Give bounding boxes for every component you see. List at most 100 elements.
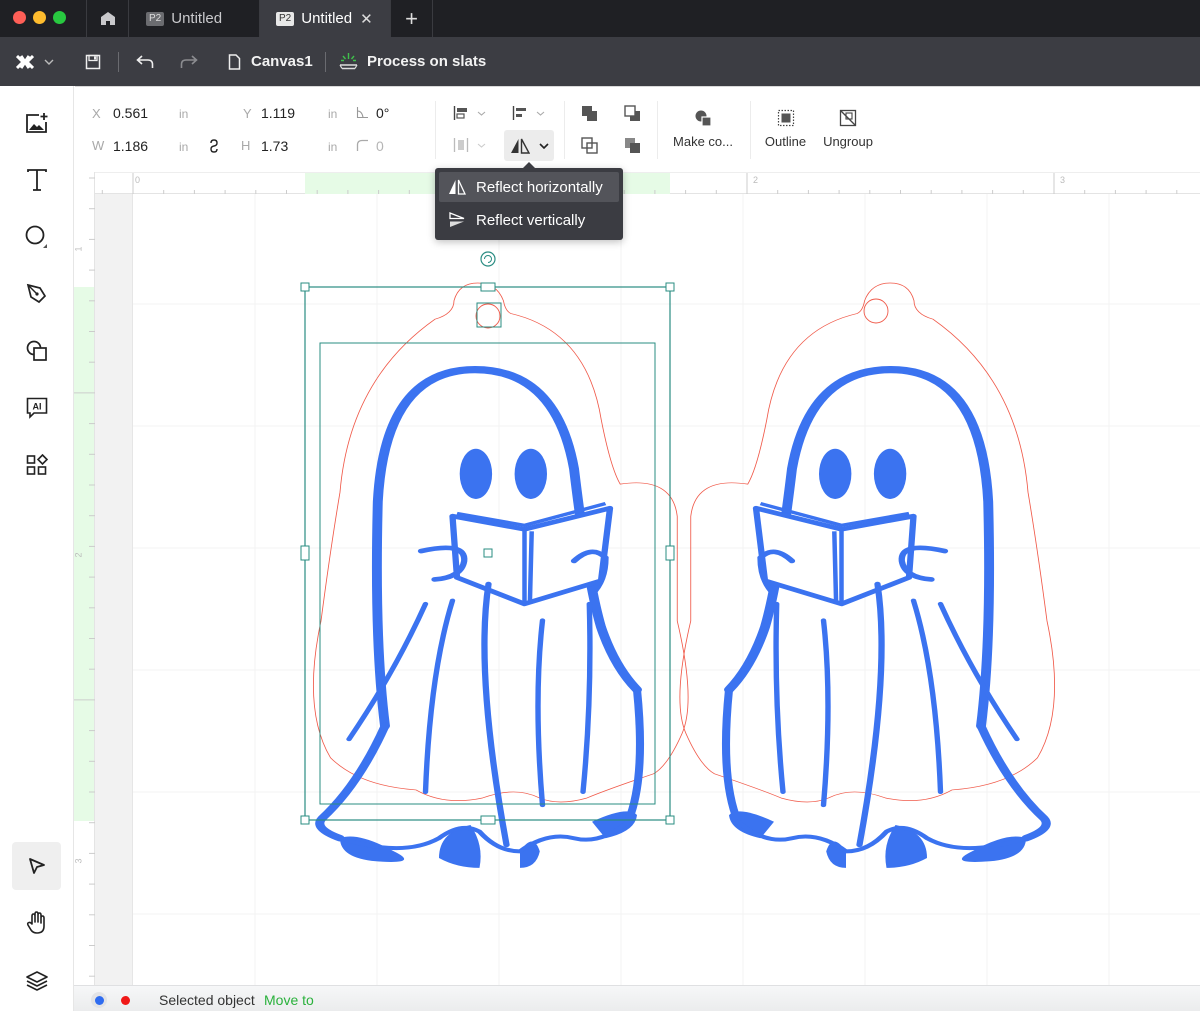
h-label: H <box>241 138 251 153</box>
vertical-ruler: 1 2 3 <box>74 172 95 985</box>
circle-shape-icon <box>25 225 47 248</box>
bring-forward-button[interactable] <box>575 133 603 157</box>
layer-color-red[interactable] <box>121 996 130 1005</box>
ruler-label: 2 <box>73 552 84 558</box>
rotation-input[interactable]: 0° <box>376 105 389 121</box>
chevron-down-icon <box>536 111 544 116</box>
bring-to-front-icon <box>581 105 597 121</box>
send-backward-button[interactable] <box>618 133 646 157</box>
outline-icon <box>777 109 794 127</box>
corner-radius-input[interactable]: 0 <box>376 138 384 154</box>
w-label: W <box>92 138 105 153</box>
tool-ai[interactable]: AI <box>12 384 61 432</box>
close-tab-icon[interactable]: ✕ <box>360 10 373 28</box>
ruler-ticks <box>101 173 1178 195</box>
canvas-name-button[interactable]: Canvas1 <box>228 37 313 86</box>
app-menu-button[interactable] <box>16 37 54 86</box>
chevron-down-icon <box>477 143 485 148</box>
send-to-back-icon <box>623 104 640 121</box>
process-on-slats-button[interactable]: Process on slats <box>339 37 486 86</box>
canvas-name: Canvas1 <box>251 53 313 70</box>
tool-layers[interactable] <box>12 957 61 1005</box>
menu-item-reflect-horizontally[interactable]: Reflect horizontally <box>439 172 619 202</box>
undo-button[interactable] <box>136 37 154 86</box>
new-tab-button[interactable]: + <box>390 0 432 37</box>
tool-combine-shapes[interactable] <box>12 327 61 375</box>
undo-icon <box>136 54 154 68</box>
tab-label: Untitled <box>301 10 353 27</box>
align-vertical-dropdown[interactable] <box>503 101 553 125</box>
ruler-label: 2 <box>753 175 759 185</box>
tool-apps[interactable] <box>12 441 61 489</box>
x-label: X <box>92 106 101 121</box>
reflect-vertical-icon <box>449 212 465 227</box>
status-text: Selected object <box>159 992 255 1008</box>
home-tab[interactable] <box>86 0 128 37</box>
chevron-down-icon <box>538 142 549 149</box>
main-toolbar: Canvas1 Process on slats <box>0 37 1200 86</box>
text-icon <box>26 169 47 191</box>
make-compound-icon <box>695 110 712 127</box>
minimize-window-button[interactable] <box>33 11 46 24</box>
align-horizontal-dropdown[interactable] <box>447 101 491 125</box>
ruler-label: 3 <box>1060 175 1066 185</box>
svg-text:AI: AI <box>32 402 41 412</box>
maximize-window-button[interactable] <box>53 11 66 24</box>
design-canvas[interactable] <box>95 194 1200 985</box>
y-unit: in <box>328 107 338 121</box>
tool-text[interactable] <box>12 156 61 204</box>
close-window-button[interactable] <box>13 11 26 24</box>
shapes-icon <box>26 340 47 361</box>
save-button[interactable] <box>85 37 101 86</box>
select-arrow-icon <box>28 858 45 874</box>
chevron-down-icon <box>477 111 485 116</box>
ruler-label: 3 <box>73 858 84 864</box>
w-unit: in <box>179 140 189 154</box>
align-left-icon <box>453 106 467 120</box>
layer-color-blue[interactable] <box>95 996 104 1005</box>
outline-button[interactable]: Outline <box>758 101 813 149</box>
tool-hand[interactable] <box>12 899 61 947</box>
apps-grid-icon <box>26 454 48 475</box>
x-value-input[interactable]: 0.561 <box>113 105 148 121</box>
tool-pen[interactable] <box>12 270 61 318</box>
make-compound-label: Make co... <box>673 134 733 149</box>
y-value-input[interactable]: 1.119 <box>261 105 295 121</box>
hand-icon <box>26 911 45 934</box>
pen-tool-icon <box>26 283 46 304</box>
send-to-back-button[interactable] <box>618 101 646 125</box>
document-icon <box>228 53 241 70</box>
redo-button[interactable] <box>180 37 198 86</box>
distribute-icon <box>453 138 468 152</box>
tool-select[interactable] <box>12 842 61 890</box>
menu-item-reflect-vertically[interactable]: Reflect vertically <box>439 205 619 235</box>
ungroup-button[interactable]: Ungroup <box>818 101 878 149</box>
canvas-margin <box>95 194 133 985</box>
redo-icon <box>180 54 198 68</box>
tab-badge: P2 <box>276 11 295 26</box>
tool-shape[interactable] <box>12 213 61 261</box>
lock-aspect-ratio-icon[interactable] <box>210 139 218 153</box>
tool-add-image[interactable] <box>12 99 61 147</box>
reflect-horizontal-icon <box>449 179 466 195</box>
ai-chat-icon: AI <box>26 397 47 419</box>
ungroup-label: Ungroup <box>823 134 873 149</box>
home-icon <box>100 12 115 25</box>
title-bar: P2 Untitled P2 Untitled ✕ + <box>0 0 1200 37</box>
save-icon <box>85 54 101 69</box>
align-top-icon <box>512 106 526 120</box>
h-unit: in <box>328 140 338 154</box>
x-unit: in <box>179 107 189 121</box>
app-logo-icon <box>16 54 34 69</box>
tab-untitled-1[interactable]: P2 Untitled <box>128 0 259 37</box>
reflect-dropdown-button[interactable] <box>504 130 554 161</box>
tab-untitled-2[interactable]: P2 Untitled ✕ <box>259 0 390 37</box>
distribute-dropdown[interactable] <box>447 133 491 157</box>
y-label: Y <box>243 106 252 121</box>
w-value-input[interactable]: 1.186 <box>113 138 148 154</box>
make-compound-button[interactable]: Make co... <box>667 101 739 149</box>
bring-to-front-button[interactable] <box>575 101 603 125</box>
canvas-grid <box>95 194 1200 985</box>
move-to-link[interactable]: Move to <box>264 992 314 1008</box>
h-value-input[interactable]: 1.73 <box>261 138 288 154</box>
